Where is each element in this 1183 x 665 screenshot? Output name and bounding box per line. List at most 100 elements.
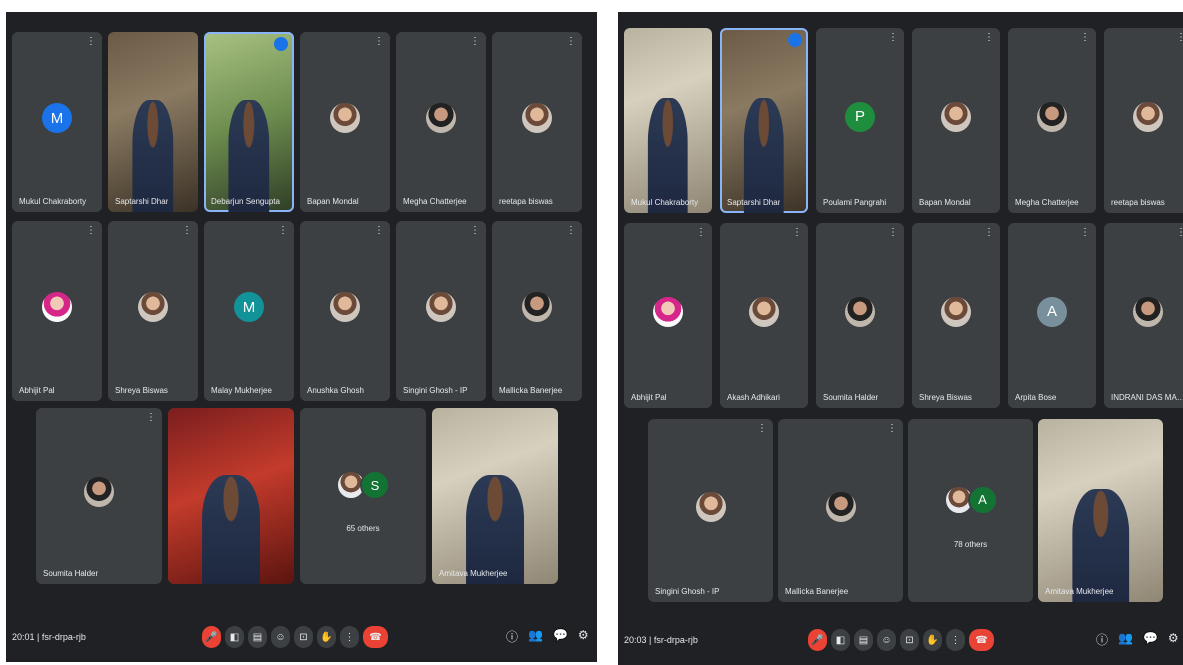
participant-tile-mallicka-banerjee[interactable]: ⋮ Mallicka Banerjee [492, 221, 582, 401]
participant-tile-shreya-biswas[interactable]: ⋮ Shreya Biswas [912, 223, 1000, 408]
raise-hand-icon: ✋ [320, 631, 333, 643]
participant-tile-amitava-mukherjee[interactable]: Amitava Mukherjee [432, 408, 558, 584]
screen-button[interactable]: ⊡ [900, 629, 919, 651]
participant-tile-tile[interactable] [168, 408, 294, 584]
leave-call-button[interactable]: ☎ [363, 626, 388, 648]
chat-icon[interactable]: 💬 [1143, 631, 1158, 648]
participant-tile-indrani-das-mahapal[interactable]: ⋮ INDRANI DAS MAHAPAL... [1104, 223, 1183, 408]
more-options-icon[interactable]: ⋮ [1176, 33, 1183, 43]
more-options-icon[interactable]: ⋮ [757, 424, 767, 434]
participant-tile-mallicka-banerjee[interactable]: ⋮ Mallicka Banerjee [778, 419, 903, 602]
activities-icon[interactable]: ⚙ [578, 628, 589, 645]
participant-tile-soumita-halder[interactable]: ⋮ Soumita Halder [816, 223, 904, 408]
activities-icon[interactable]: ⚙ [1168, 631, 1179, 648]
participant-tile-bapan-mondal[interactable]: ⋮ Bapan Mondal [300, 32, 390, 212]
participant-tile-78-others[interactable]: A 78 others [908, 419, 1033, 602]
leave-call-button[interactable]: ☎ [969, 629, 994, 651]
participant-name: Mallicka Banerjee [499, 386, 563, 395]
participant-tile-amitava-mukherjee[interactable]: Amitava Mukherjee [1038, 419, 1163, 602]
participant-tile-debarjun-sengupta[interactable]: Debarjun Sengupta [204, 32, 294, 212]
more-options-icon[interactable]: ⋮ [374, 37, 384, 47]
participant-tile-megha-chatterjee[interactable]: ⋮ Megha Chatterjee [1008, 28, 1096, 213]
emoji-button[interactable]: ☺ [877, 629, 896, 651]
more-options-icon[interactable]: ⋮ [86, 226, 96, 236]
call-controls: 🎤 ◧ ▤ ☺ ⊡ ✋ ⋮ ☎ [202, 626, 388, 648]
cc-icon: ◧ [835, 634, 846, 646]
more-options-icon[interactable]: ⋮ [566, 37, 576, 47]
more-options-icon[interactable]: ⋮ [984, 33, 994, 43]
participant-tile-singini-ghosh-ip[interactable]: ⋮ Singini Ghosh - IP [396, 221, 486, 401]
participant-tile-saptarshi-dhar[interactable]: Saptarshi Dhar [108, 32, 198, 212]
avatar [749, 296, 779, 327]
mic-off-button[interactable]: 🎤 [808, 629, 827, 651]
more-options-icon[interactable]: ⋮ [566, 226, 576, 236]
chat-icon[interactable]: 💬 [553, 628, 568, 645]
participant-name: Soumita Halder [43, 569, 99, 578]
more-options-icon[interactable]: ⋮ [374, 226, 384, 236]
raise-hand-button[interactable]: ✋ [317, 626, 336, 648]
participant-tile-reetapa-biswas[interactable]: ⋮ reetapa biswas [492, 32, 582, 212]
more-options-icon[interactable]: ⋮ [146, 413, 156, 423]
participant-tile-mukul-chakraborty[interactable]: Mukul Chakraborty [624, 28, 712, 213]
participant-name: Akash Adhikari [727, 393, 780, 402]
more-options-icon[interactable]: ⋮ [1080, 228, 1090, 238]
present-icon: ▤ [858, 634, 869, 646]
participant-name: Malay Mukherjee [211, 386, 272, 395]
avatar [653, 296, 683, 327]
more-options-icon[interactable]: ⋮ [1080, 33, 1090, 43]
more-options-icon[interactable]: ⋮ [984, 228, 994, 238]
present-button[interactable]: ▤ [854, 629, 873, 651]
people-icon[interactable]: 👥 [528, 628, 543, 645]
participant-tile-poulami-pangrahi[interactable]: P ⋮ Poulami Pangrahi [816, 28, 904, 213]
present-button[interactable]: ▤ [248, 626, 267, 648]
video-feed [743, 98, 785, 213]
more-options-icon[interactable]: ⋮ [1176, 228, 1183, 238]
avatar [1133, 296, 1163, 327]
participant-tile-megha-chatterjee[interactable]: ⋮ Megha Chatterjee [396, 32, 486, 212]
speaking-indicator-icon [274, 37, 288, 51]
others-avatars: A [943, 484, 998, 515]
mic-off-button[interactable]: 🎤 [202, 626, 221, 648]
more-options-icon[interactable]: ⋮ [792, 228, 802, 238]
info-icon[interactable]: ⓘ [1096, 631, 1108, 648]
avatar: S [360, 470, 390, 501]
more-button[interactable]: ⋮ [340, 626, 359, 648]
screen-icon: ⊡ [299, 631, 308, 643]
more-options-icon[interactable]: ⋮ [86, 37, 96, 47]
participant-tile-shreya-biswas[interactable]: ⋮ Shreya Biswas [108, 221, 198, 401]
participant-tile-malay-mukherjee[interactable]: M ⋮ Malay Mukherjee [204, 221, 294, 401]
participant-tile-singini-ghosh-ip[interactable]: ⋮ Singini Ghosh - IP [648, 419, 773, 602]
more-options-icon[interactable]: ⋮ [470, 226, 480, 236]
participant-name: Saptarshi Dhar [115, 197, 169, 206]
more-icon: ⋮ [344, 631, 355, 643]
participant-tile-abhijit-pal[interactable]: ⋮ Abhijit Pal [12, 221, 102, 401]
more-options-icon[interactable]: ⋮ [470, 37, 480, 47]
more-options-icon[interactable]: ⋮ [696, 228, 706, 238]
more-options-icon[interactable]: ⋮ [888, 228, 898, 238]
info-icon[interactable]: ⓘ [506, 628, 518, 645]
participant-name: Singini Ghosh - IP [655, 587, 720, 596]
more-options-icon[interactable]: ⋮ [182, 226, 192, 236]
participant-name: Shreya Biswas [919, 393, 972, 402]
more-button[interactable]: ⋮ [946, 629, 965, 651]
participant-tile-mukul-chakraborty[interactable]: M ⋮ Mukul Chakraborty [12, 32, 102, 212]
emoji-button[interactable]: ☺ [271, 626, 290, 648]
people-icon[interactable]: 👥 [1118, 631, 1133, 648]
participant-tile-akash-adhikari[interactable]: ⋮ Akash Adhikari [720, 223, 808, 408]
video-feed [466, 474, 524, 584]
more-options-icon[interactable]: ⋮ [888, 33, 898, 43]
participant-tile-bapan-mondal[interactable]: ⋮ Bapan Mondal [912, 28, 1000, 213]
participant-tile-soumita-halder[interactable]: ⋮ Soumita Halder [36, 408, 162, 584]
more-options-icon[interactable]: ⋮ [278, 226, 288, 236]
cc-button[interactable]: ◧ [831, 629, 850, 651]
participant-tile-anushka-ghosh[interactable]: ⋮ Anushka Ghosh [300, 221, 390, 401]
participant-tile-reetapa-biswas[interactable]: ⋮ reetapa biswas [1104, 28, 1183, 213]
participant-tile-arpita-bose[interactable]: A ⋮ Arpita Bose [1008, 223, 1096, 408]
screen-button[interactable]: ⊡ [294, 626, 313, 648]
participant-tile-saptarshi-dhar[interactable]: Saptarshi Dhar [720, 28, 808, 213]
more-options-icon[interactable]: ⋮ [887, 424, 897, 434]
cc-button[interactable]: ◧ [225, 626, 244, 648]
raise-hand-button[interactable]: ✋ [923, 629, 942, 651]
participant-tile-abhijit-pal[interactable]: ⋮ Abhijit Pal [624, 223, 712, 408]
participant-tile-65-others[interactable]: S 65 others [300, 408, 426, 584]
